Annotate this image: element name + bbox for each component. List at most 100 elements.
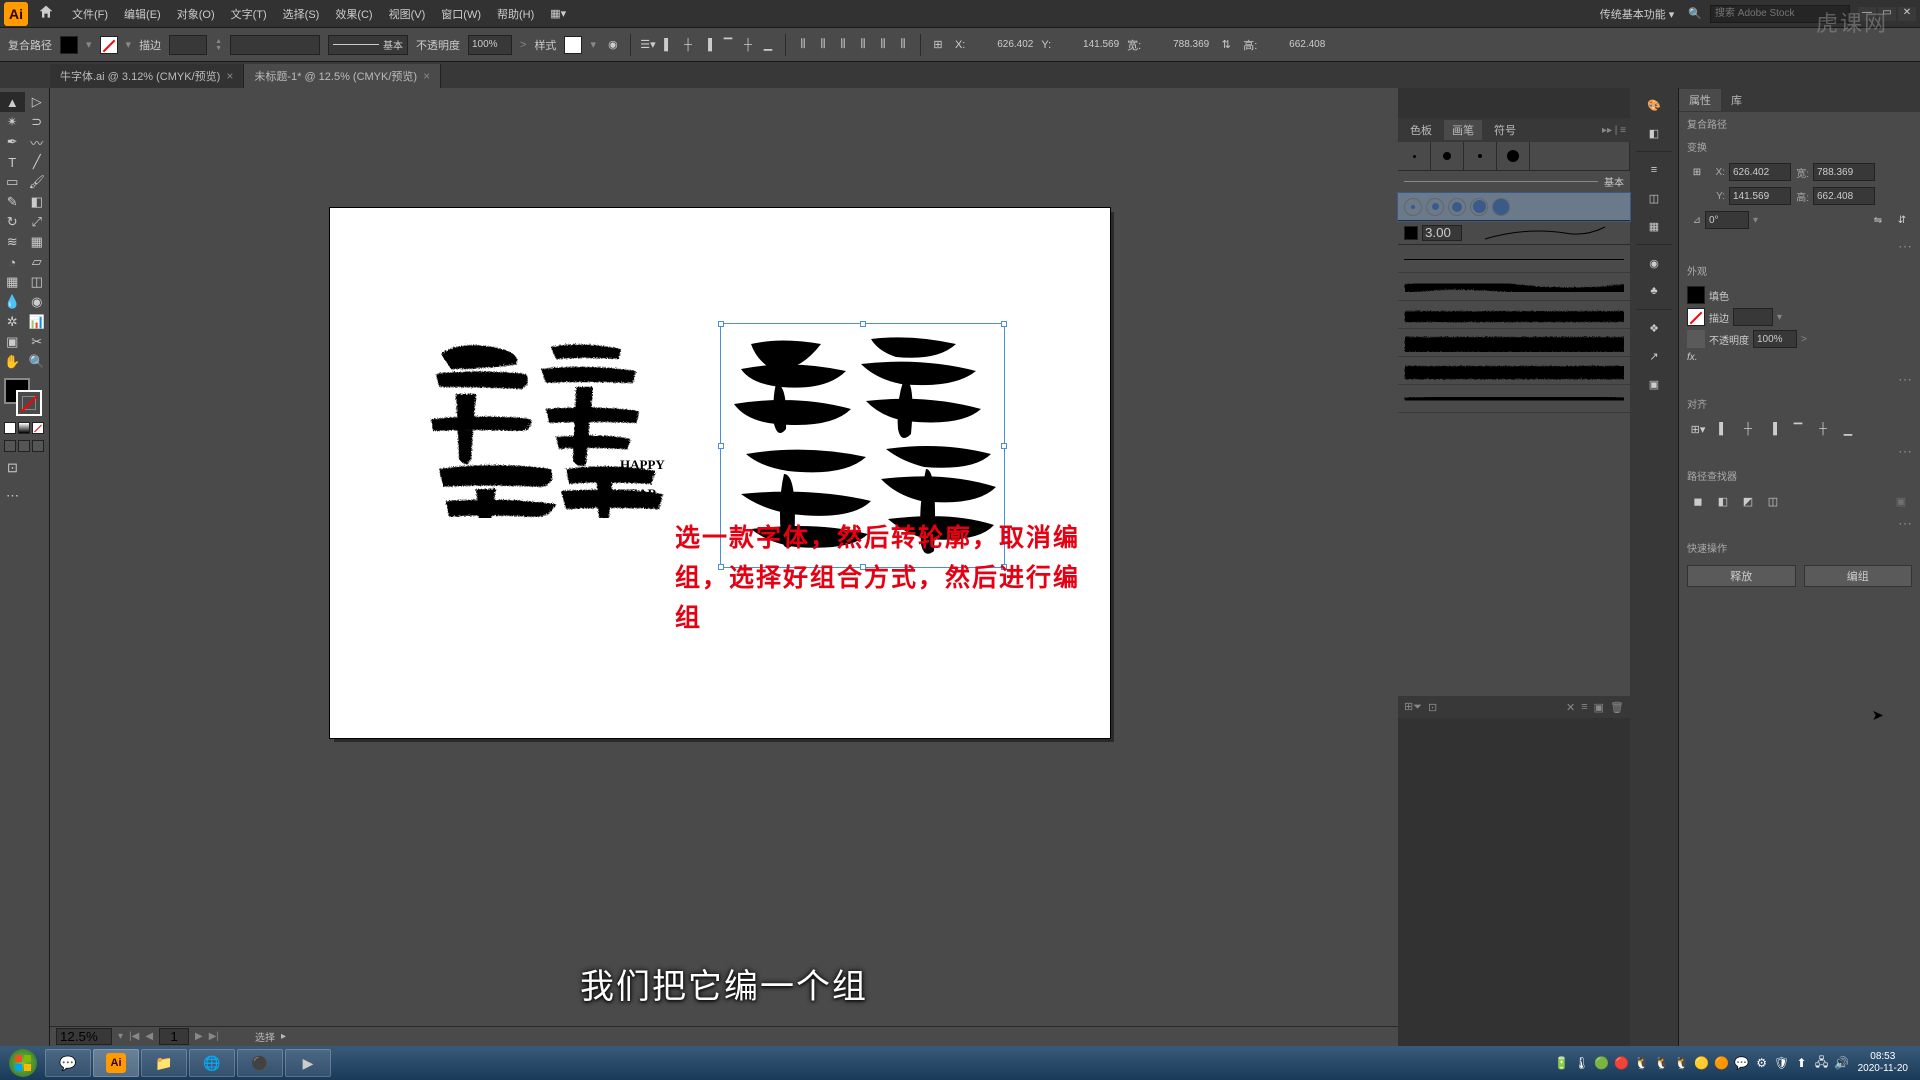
eraser-tool-icon[interactable]: ◧	[25, 192, 50, 212]
pathfinder-unite-icon[interactable]: ◼	[1687, 491, 1709, 511]
tray-app2-icon[interactable]: 🔴	[1614, 1055, 1630, 1071]
lasso-tool-icon[interactable]: ⊃	[25, 112, 50, 132]
tray-app5-icon[interactable]: 🐧	[1674, 1055, 1690, 1071]
stroke-profile-field[interactable]	[230, 35, 320, 55]
align-left-icon[interactable]: ▌	[659, 36, 677, 54]
dist-h3-icon[interactable]: ⫼	[834, 36, 852, 54]
zoom-level-field[interactable]	[56, 1028, 112, 1045]
flip-h-icon[interactable]: ⇋	[1868, 210, 1888, 230]
brush-libraries-icon[interactable]: ⊞⏷	[1404, 700, 1422, 714]
taskbar-wechat-icon[interactable]: 💬	[45, 1049, 91, 1077]
doc-tab-2[interactable]: 未标题-1* @ 12.5% (CMYK/预览)×	[244, 64, 441, 88]
appearance-opacity-field[interactable]	[1753, 330, 1797, 348]
remove-brush-stroke-icon[interactable]: ✕	[1566, 701, 1575, 714]
quick-release-button[interactable]: 释放	[1687, 565, 1796, 587]
x-value[interactable]: 626.402	[973, 39, 1033, 50]
stroke-swatch[interactable]	[100, 36, 118, 54]
calligraphic-brush-1[interactable]	[1398, 142, 1431, 170]
dock-asset-export-icon[interactable]: ↗	[1638, 343, 1670, 369]
options-brush-icon[interactable]: ≡	[1581, 701, 1587, 713]
dist-v3-icon[interactable]: ⫼	[894, 36, 912, 54]
taskbar-illustrator-icon[interactable]: Ai	[93, 1049, 139, 1077]
tray-battery-icon[interactable]: 🔋	[1554, 1055, 1570, 1071]
opacity-field[interactable]	[468, 35, 512, 55]
brush-basic-row[interactable]: 基本	[1398, 171, 1630, 193]
taskbar-clock[interactable]: 08:53 2020-11-20	[1854, 1051, 1912, 1075]
stroke-weight-field[interactable]	[169, 35, 207, 55]
calligraphic-brush-3[interactable]	[1464, 142, 1497, 170]
brush-entry-art-1[interactable]	[1398, 273, 1630, 301]
tray-app7-icon[interactable]: 🟠	[1714, 1055, 1730, 1071]
prop-align-hcenter-icon[interactable]: ┼	[1737, 419, 1759, 439]
flip-v-icon[interactable]: ⇵	[1892, 210, 1912, 230]
brush-entry-art-5[interactable]	[1398, 385, 1630, 413]
dock-gradient-icon[interactable]: ◫	[1638, 185, 1670, 211]
canvas-area[interactable]: HAPPY NIU YEAR 选一款字体，然后转轮廓，取消编组，选择好组合方式，…	[50, 88, 1398, 1068]
appearance-more-icon[interactable]: ⋯	[1679, 371, 1920, 392]
menu-file[interactable]: 文件(F)	[64, 6, 116, 22]
shaper-tool-icon[interactable]: ✎	[0, 192, 25, 212]
color-mode-icon[interactable]	[4, 422, 16, 434]
taskbar-browser-icon[interactable]: 🌐	[189, 1049, 235, 1077]
transform-refpoint-icon[interactable]: ⊞	[929, 36, 947, 54]
shape-builder-tool-icon[interactable]: ◔	[0, 252, 25, 272]
new-brush-icon[interactable]: ▣	[1594, 701, 1604, 714]
menu-effect[interactable]: 效果(C)	[327, 6, 380, 22]
first-artboard-icon[interactable]: |◀	[129, 1031, 139, 1042]
brush-size-input[interactable]	[1422, 225, 1462, 241]
eyedropper-tool-icon[interactable]: 💧	[0, 292, 25, 312]
reference-point-icon[interactable]: ⊞	[1687, 162, 1707, 182]
prop-align-left-icon[interactable]: ▌	[1712, 419, 1734, 439]
tray-app3-icon[interactable]: 🐧	[1634, 1055, 1650, 1071]
tray-app1-icon[interactable]: 🟢	[1594, 1055, 1610, 1071]
screen-mode-full-icon[interactable]	[18, 440, 30, 452]
brush-color-swatch[interactable]	[1404, 226, 1418, 240]
prev-artboard-icon[interactable]: ◀	[145, 1031, 153, 1042]
edit-toolbar-icon[interactable]: ⊡	[0, 458, 25, 478]
close-button[interactable]: ✕	[1898, 7, 1916, 21]
tray-app8-icon[interactable]: 💬	[1734, 1055, 1750, 1071]
artboard-number-field[interactable]	[159, 1028, 189, 1045]
dist-v1-icon[interactable]: ⫼	[854, 36, 872, 54]
align-opts-icon[interactable]: ⊞▾	[1687, 419, 1709, 439]
brush-calligraphic-row-selected[interactable]	[1398, 193, 1630, 221]
scale-tool-icon[interactable]: ⤢	[25, 212, 50, 232]
appearance-fx-label[interactable]: fx.	[1687, 352, 1698, 363]
dist-h1-icon[interactable]: ⫼	[794, 36, 812, 54]
zoom-tool-icon[interactable]: 🔍	[25, 352, 50, 372]
tray-network-icon[interactable]: 🖧	[1814, 1055, 1830, 1071]
direct-selection-tool-icon[interactable]: ▷	[25, 92, 50, 112]
panel-tab-symbols[interactable]: 符号	[1486, 120, 1524, 140]
link-wh-icon[interactable]: ⇅	[1217, 36, 1235, 54]
taskbar-potplayer-icon[interactable]: ▶	[285, 1049, 331, 1077]
prop-angle-field[interactable]	[1705, 211, 1749, 229]
brush-entry-thin[interactable]	[1398, 245, 1630, 273]
slice-tool-icon[interactable]: ✂	[25, 332, 50, 352]
screen-mode-present-icon[interactable]	[32, 440, 44, 452]
align-panel-icon[interactable]: ☰▾	[639, 36, 657, 54]
style-swatch[interactable]	[564, 36, 582, 54]
blend-tool-icon[interactable]: ◉	[25, 292, 50, 312]
line-tool-icon[interactable]: ╱	[25, 152, 50, 172]
recolor-icon[interactable]: ◉	[604, 36, 622, 54]
type-tool-icon[interactable]: T	[0, 152, 25, 172]
pathfinder-more-icon[interactable]: ⋯	[1679, 515, 1920, 536]
tray-app9-icon[interactable]: ⚙	[1754, 1055, 1770, 1071]
panel-collapse-icon[interactable]: ▸▸ | ≡	[1602, 125, 1626, 136]
align-top-icon[interactable]: ▔	[719, 36, 737, 54]
none-mode-icon[interactable]	[32, 422, 44, 434]
dock-layers-icon[interactable]: ❖	[1638, 315, 1670, 341]
dock-artboards-icon[interactable]: ▣	[1638, 371, 1670, 397]
close-icon[interactable]: ×	[423, 69, 430, 83]
panel-tab-brushes[interactable]: 画笔	[1444, 120, 1482, 140]
align-hcenter-icon[interactable]: ┼	[679, 36, 697, 54]
tray-app11-icon[interactable]: ⬆	[1794, 1055, 1810, 1071]
home-icon[interactable]	[38, 4, 58, 24]
tray-volume-icon[interactable]: 🔊	[1834, 1055, 1850, 1071]
brush-entry-art-3[interactable]	[1398, 329, 1630, 357]
align-vcenter-icon[interactable]: ┼	[739, 36, 757, 54]
appearance-stroke-weight[interactable]	[1733, 308, 1773, 326]
dock-transparency-icon[interactable]: ▦	[1638, 213, 1670, 239]
fill-swatch[interactable]	[60, 36, 78, 54]
column-graph-tool-icon[interactable]: 📊	[25, 312, 50, 332]
